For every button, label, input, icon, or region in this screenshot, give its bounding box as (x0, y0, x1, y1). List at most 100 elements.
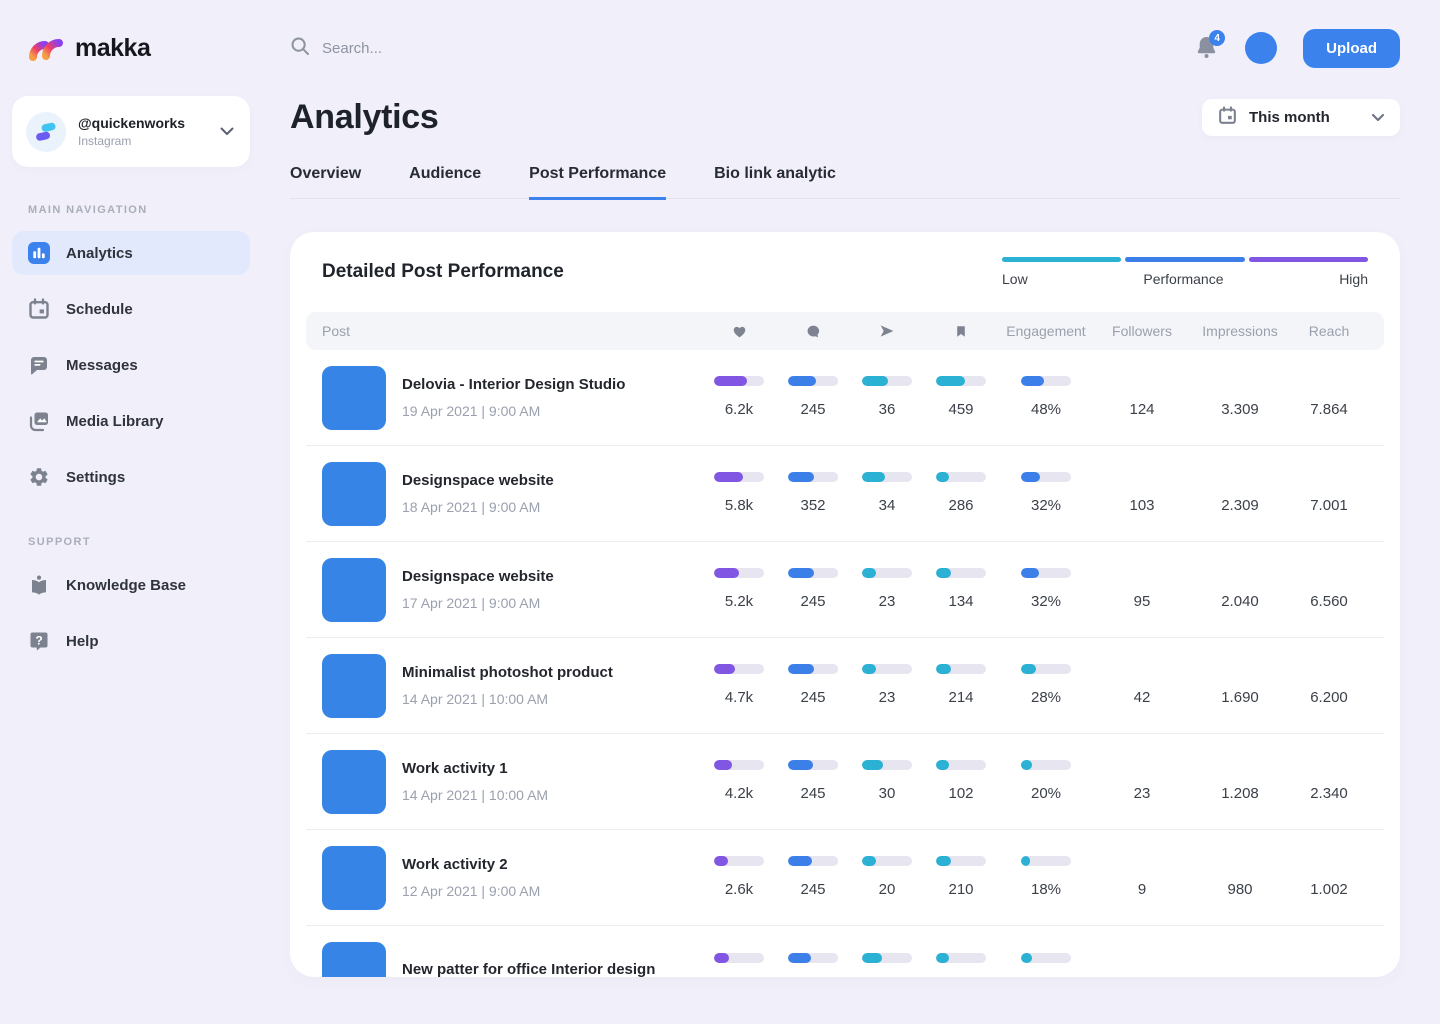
sidebar-item-knowledge-base[interactable]: Knowledge Base (12, 563, 250, 607)
metric-value: 214 (948, 689, 973, 707)
performance-bar (1021, 472, 1071, 482)
performance-bar (1021, 376, 1071, 386)
calendar-icon (27, 297, 51, 321)
post-cell: Designspace website 18 Apr 2021 | 9:00 A… (322, 462, 702, 526)
engagement-cell: 48% (998, 376, 1094, 419)
book-icon (27, 573, 51, 597)
sidebar-item-label: Settings (66, 469, 125, 486)
likes-cell: 5.2k (702, 568, 776, 611)
sidebar-item-label: Analytics (66, 245, 133, 262)
metric-value: 48% (1031, 401, 1061, 419)
post-thumbnail (322, 654, 386, 718)
calendar-icon (1218, 106, 1237, 130)
analytics-tabs: Overview Audience Post Performance Bio l… (290, 165, 1400, 199)
metric-value: 245 (800, 689, 825, 707)
performance-bar (1021, 760, 1071, 770)
search-box[interactable] (290, 36, 542, 61)
sidebar-item-analytics[interactable]: Analytics (12, 231, 250, 275)
user-avatar[interactable] (1245, 32, 1277, 64)
sidebar-item-label: Help (66, 633, 99, 650)
saves-cell: 286 (924, 472, 998, 515)
column-reach: Reach (1290, 323, 1368, 339)
table-row[interactable]: Delovia - Interior Design Studio 19 Apr … (306, 350, 1384, 446)
table-row[interactable]: Minimalist photoshot product 14 Apr 2021… (306, 638, 1384, 734)
metric-value: 7.864 (1310, 401, 1348, 419)
sidebar-item-help[interactable]: ? Help (12, 619, 250, 663)
metric-value: 352 (800, 497, 825, 515)
followers-cell: 23 (1094, 760, 1190, 803)
engagement-cell: 18% (998, 856, 1094, 899)
metric-value: 4.2k (725, 785, 753, 803)
saves-cell: 134 (924, 568, 998, 611)
post-date: 14 Apr 2021 | 10:00 AM (402, 787, 548, 803)
performance-bar (788, 953, 838, 963)
followers-cell: 42 (1094, 664, 1190, 707)
metric-value: 103 (1129, 497, 1154, 515)
post-date: 14 Apr 2021 | 10:00 AM (402, 691, 613, 707)
sidebar-item-settings[interactable]: Settings (12, 455, 250, 499)
tab-bio-link-analytic[interactable]: Bio link analytic (714, 165, 836, 200)
metric-value: 2.040 (1221, 593, 1259, 611)
brand-name: makka (75, 34, 150, 63)
likes-cell: 4.2k (702, 760, 776, 803)
sidebar-item-schedule[interactable]: Schedule (12, 287, 250, 331)
comments-icon (776, 324, 850, 339)
legend-label-high: High (1339, 271, 1368, 287)
gear-icon (27, 465, 51, 489)
legend-bar-mid (1125, 257, 1244, 262)
reach-cell: 1.002 (1290, 856, 1368, 899)
metric-value: 1.690 (1221, 689, 1259, 707)
impressions-cell: 980 (1190, 856, 1290, 899)
table-row[interactable]: Designspace website 18 Apr 2021 | 9:00 A… (306, 446, 1384, 542)
table-row[interactable]: Designspace website 17 Apr 2021 | 9:00 A… (306, 542, 1384, 638)
reach-cell: 2.340 (1290, 760, 1368, 803)
table-row[interactable]: Work activity 2 12 Apr 2021 | 9:00 AM 2.… (306, 830, 1384, 926)
column-post: Post (322, 323, 702, 339)
profile-platform: Instagram (78, 134, 208, 148)
shares-cell: 23 (850, 664, 924, 707)
notifications-button[interactable]: 4 (1195, 35, 1219, 61)
post-date: 17 Apr 2021 | 9:00 AM (402, 595, 554, 611)
tab-audience[interactable]: Audience (409, 165, 481, 200)
sidebar: makka @quickenworks Instagram MAIN NAVIG… (0, 0, 262, 1024)
chevron-down-icon (1372, 109, 1384, 127)
table-row[interactable]: Work activity 1 14 Apr 2021 | 10:00 AM 4… (306, 734, 1384, 830)
profile-switcher[interactable]: @quickenworks Instagram (12, 96, 250, 167)
post-title: New patter for office Interior design (402, 961, 655, 978)
upload-button[interactable]: Upload (1303, 29, 1400, 68)
post-thumbnail (322, 558, 386, 622)
reach-cell: 6.200 (1290, 664, 1368, 707)
likes-cell: 4.7k (702, 664, 776, 707)
metric-value: 42 (1134, 689, 1151, 707)
metric-value: 210 (948, 881, 973, 899)
impressions-cell: 1.208 (1190, 760, 1290, 803)
reach-cell: 7.864 (1290, 376, 1368, 419)
metric-value: 2.309 (1221, 497, 1259, 515)
metric-value: 9 (1138, 881, 1146, 899)
post-thumbnail (322, 942, 386, 977)
search-input[interactable] (322, 40, 542, 57)
post-title: Work activity 2 (402, 856, 540, 873)
comments-cell: 245 (776, 760, 850, 803)
table-row[interactable]: New patter for office Interior design (306, 926, 1384, 977)
profile-username: @quickenworks (78, 115, 208, 131)
sidebar-item-media-library[interactable]: Media Library (12, 399, 250, 443)
metric-value: 36 (879, 401, 896, 419)
performance-bar (862, 568, 912, 578)
metric-value: 3.309 (1221, 401, 1259, 419)
followers-cell: 9 (1094, 856, 1190, 899)
performance-bar (714, 472, 764, 482)
saves-cell: 459 (924, 376, 998, 419)
sidebar-item-messages[interactable]: Messages (12, 343, 250, 387)
tab-post-performance[interactable]: Post Performance (529, 165, 666, 200)
saves-cell: 214 (924, 664, 998, 707)
legend-bar-high (1249, 257, 1368, 262)
period-selector[interactable]: This month (1202, 99, 1400, 136)
metric-value: 5.2k (725, 593, 753, 611)
performance-bar (788, 856, 838, 866)
impressions-cell: 2.040 (1190, 568, 1290, 611)
reach-cell: 6.560 (1290, 568, 1368, 611)
shares-cell: 34 (850, 472, 924, 515)
tab-overview[interactable]: Overview (290, 165, 361, 200)
performance-bar (1021, 856, 1071, 866)
